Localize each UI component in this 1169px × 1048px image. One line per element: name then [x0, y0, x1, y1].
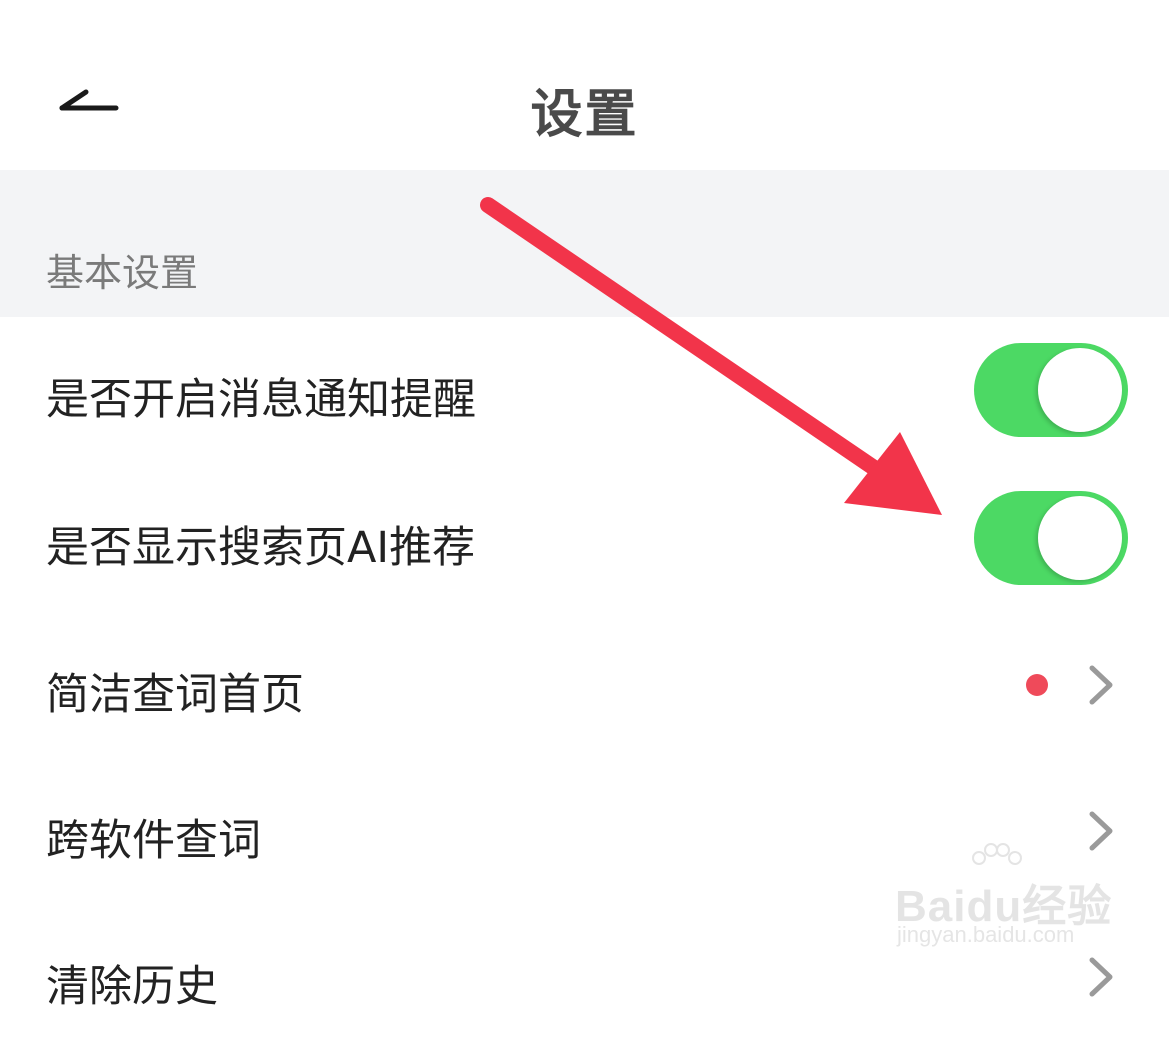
app-header: 设置: [0, 0, 1169, 170]
row-label: 清除历史: [46, 962, 218, 1012]
row-label: 是否显示搜索页AI推荐: [46, 523, 476, 573]
row-label: 是否开启消息通知提醒: [46, 375, 476, 425]
watermark-url: jingyan.baidu.com: [897, 922, 1075, 947]
row-label: 跨软件查词: [46, 816, 261, 866]
baidu-watermark: Baidu经验 jingyan.baidu.com: [895, 842, 1115, 947]
new-badge-dot: [1026, 674, 1048, 696]
section-title: 基本设置: [46, 251, 199, 295]
chevron-right-icon: [1089, 957, 1113, 997]
toggle-knob: [1038, 348, 1122, 432]
row-label: 简洁查词首页: [46, 670, 304, 720]
notifications-toggle[interactable]: [974, 343, 1128, 437]
page-title: 设置: [530, 85, 639, 145]
settings-row-simple-home[interactable]: 简洁查词首页: [0, 610, 1169, 756]
ai-recommend-toggle[interactable]: [974, 491, 1128, 585]
toggle-knob: [1038, 496, 1122, 580]
chevron-right-icon: [1089, 665, 1113, 705]
settings-row-notifications: 是否开启消息通知提醒: [0, 317, 1169, 463]
settings-row-ai-recommend: 是否显示搜索页AI推荐: [0, 463, 1169, 609]
